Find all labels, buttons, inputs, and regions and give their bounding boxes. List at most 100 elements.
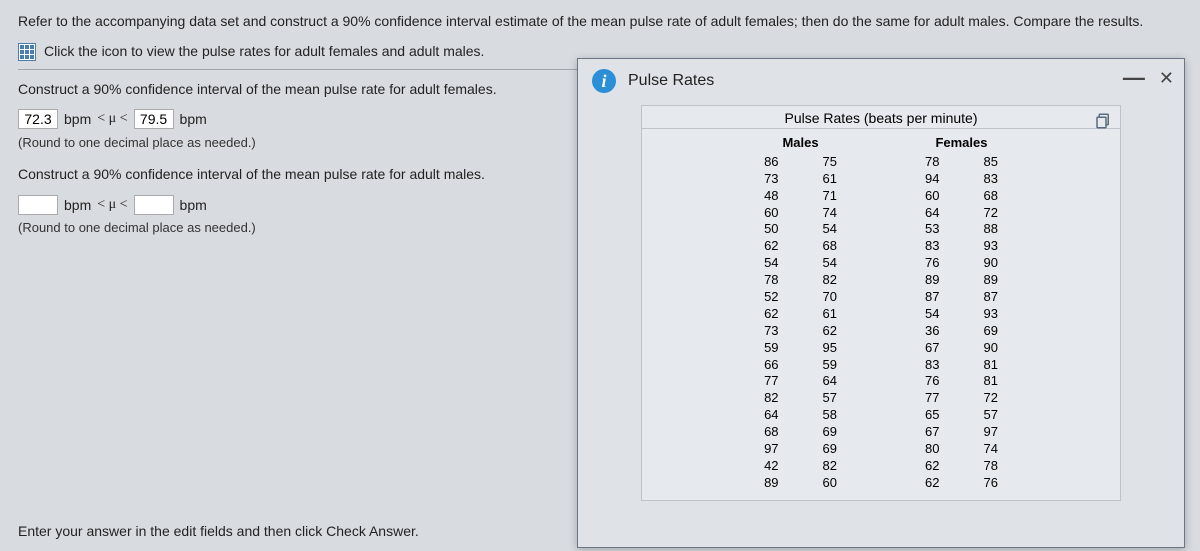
cell: 73 xyxy=(742,171,800,188)
cell: 60 xyxy=(801,475,859,492)
females-header: Females xyxy=(903,133,1020,154)
table-row: 68696797 xyxy=(742,424,1020,441)
cell: 62 xyxy=(742,306,800,323)
cell: 81 xyxy=(961,357,1019,374)
mu-expr: < μ < xyxy=(97,194,127,216)
cell: 90 xyxy=(961,340,1019,357)
cell: 68 xyxy=(742,424,800,441)
cell: 83 xyxy=(903,238,961,255)
cell: 76 xyxy=(903,255,961,272)
cell: 69 xyxy=(801,424,859,441)
cell: 59 xyxy=(801,357,859,374)
table-row: 7764 7681 xyxy=(742,373,1020,390)
table-row: 62615493 xyxy=(742,306,1020,323)
cell: 62 xyxy=(903,458,961,475)
cell: 93 xyxy=(961,306,1019,323)
cell: 58 xyxy=(801,407,859,424)
cell: 83 xyxy=(961,171,1019,188)
cell: 36 xyxy=(903,323,961,340)
part1-upper-input[interactable] xyxy=(134,109,174,129)
cell: 64 xyxy=(742,407,800,424)
dialog-controls: — ✕ xyxy=(1121,65,1176,91)
table-row: 73623669 xyxy=(742,323,1020,340)
cell: 94 xyxy=(903,171,961,188)
table-row: 60746472 xyxy=(742,205,1020,222)
cell: 52 xyxy=(742,289,800,306)
cell: 62 xyxy=(742,238,800,255)
dialog-header: i Pulse Rates — ✕ xyxy=(578,59,1184,105)
cell: 83 xyxy=(903,357,961,374)
cell: 97 xyxy=(961,424,1019,441)
part2-lower-input[interactable] xyxy=(18,195,58,215)
table-row: 5454 7690 xyxy=(742,255,1020,272)
cell: 81 xyxy=(961,373,1019,390)
info-icon: i xyxy=(592,69,616,93)
data-link-text[interactable]: Click the icon to view the pulse rates f… xyxy=(44,40,484,62)
table-row: 78828989 xyxy=(742,272,1020,289)
cell: 88 xyxy=(961,221,1019,238)
cell: 85 xyxy=(961,154,1019,171)
cell: 59 xyxy=(742,340,800,357)
data-box: Pulse Rates (beats per minute) Males Fem… xyxy=(641,105,1121,501)
table-row: 8257 7772 xyxy=(742,390,1020,407)
dialog-body: Pulse Rates (beats per minute) Males Fem… xyxy=(578,105,1184,543)
unit-bpm: bpm xyxy=(180,108,207,130)
table-row: 86757885 xyxy=(742,154,1020,171)
cell: 77 xyxy=(903,390,961,407)
cell: 62 xyxy=(903,475,961,492)
table-row: 6268 8393 xyxy=(742,238,1020,255)
table-row: 89606276 xyxy=(742,475,1020,492)
table-row: 64586557 xyxy=(742,407,1020,424)
table-row: 50545388 xyxy=(742,221,1020,238)
cell: 72 xyxy=(961,390,1019,407)
cell: 50 xyxy=(742,221,800,238)
part1-lower-input[interactable] xyxy=(18,109,58,129)
dialog-title: Pulse Rates xyxy=(628,72,714,90)
cell: 68 xyxy=(801,238,859,255)
cell: 87 xyxy=(961,289,1019,306)
cell: 60 xyxy=(742,205,800,222)
cell: 76 xyxy=(903,373,961,390)
cell: 87 xyxy=(903,289,961,306)
minimize-icon[interactable]: — xyxy=(1121,65,1147,91)
cell: 57 xyxy=(801,390,859,407)
cell: 70 xyxy=(801,289,859,306)
table-row: 42826278 xyxy=(742,458,1020,475)
cell: 67 xyxy=(903,340,961,357)
cell: 78 xyxy=(742,272,800,289)
cell: 93 xyxy=(961,238,1019,255)
cell: 64 xyxy=(801,373,859,390)
cell: 78 xyxy=(903,154,961,171)
close-icon[interactable]: ✕ xyxy=(1157,68,1176,89)
table-row: 73619483 xyxy=(742,171,1020,188)
cell: 66 xyxy=(742,357,800,374)
cell: 74 xyxy=(961,441,1019,458)
cell: 95 xyxy=(801,340,859,357)
table-row: 6659 8381 xyxy=(742,357,1020,374)
cell: 90 xyxy=(961,255,1019,272)
table-icon xyxy=(18,43,36,61)
cell: 69 xyxy=(801,441,859,458)
cell: 54 xyxy=(801,255,859,272)
cell: 82 xyxy=(742,390,800,407)
data-table: Males Females 86757885736194834871606860… xyxy=(742,133,1020,492)
cell: 89 xyxy=(961,272,1019,289)
cell: 86 xyxy=(742,154,800,171)
unit-bpm: bpm xyxy=(64,108,91,130)
cell: 48 xyxy=(742,188,800,205)
cell: 71 xyxy=(801,188,859,205)
cell: 97 xyxy=(742,441,800,458)
males-header: Males xyxy=(742,133,859,154)
cell: 54 xyxy=(801,221,859,238)
pulse-rates-dialog: i Pulse Rates — ✕ Pulse Rates (beats per… xyxy=(577,58,1185,548)
cell: 77 xyxy=(742,373,800,390)
cell: 42 xyxy=(742,458,800,475)
copy-icon[interactable] xyxy=(1094,112,1112,130)
cell: 74 xyxy=(801,205,859,222)
table-row: 48716068 xyxy=(742,188,1020,205)
cell: 54 xyxy=(742,255,800,272)
cell: 73 xyxy=(742,323,800,340)
mu-expr: < μ < xyxy=(97,108,127,130)
part2-upper-input[interactable] xyxy=(134,195,174,215)
cell: 82 xyxy=(801,458,859,475)
